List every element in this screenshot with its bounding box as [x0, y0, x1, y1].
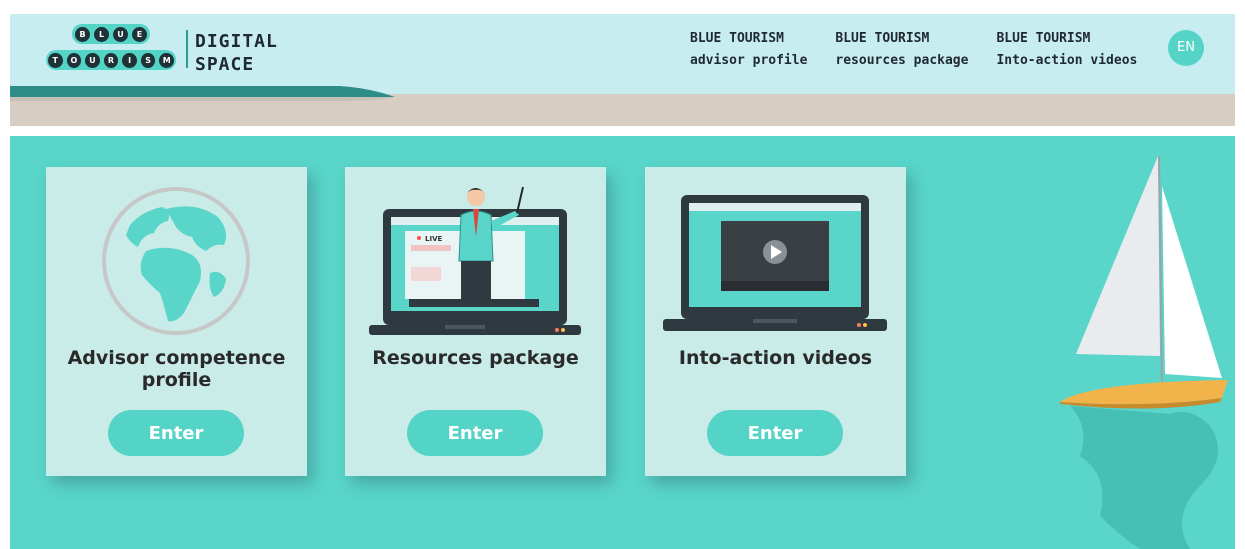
nav-item-line2: resources package: [835, 53, 969, 68]
card-advisor-profile: Advisor competence profile Enter: [46, 167, 307, 476]
globe-icon: [102, 187, 250, 335]
main-nav: BLUE TOURISM advisor profile BLUE TOURIS…: [690, 28, 1165, 72]
beach-strip: [10, 86, 1235, 126]
enter-button-advisor-profile[interactable]: Enter: [108, 410, 244, 456]
card-title: Resources package: [372, 347, 579, 369]
logo-letter: B: [75, 26, 90, 42]
logo-letter: S: [140, 52, 156, 68]
nav-item-advisor-profile[interactable]: BLUE TOURISM advisor profile: [690, 28, 807, 72]
logo-badge: B L U E T O U R I S M: [46, 22, 176, 74]
nav-item-line1: BLUE TOURISM: [996, 31, 1091, 46]
shore-wave-icon: [10, 86, 395, 101]
logo-divider: [186, 30, 188, 68]
logo-row-blue: B L U E: [72, 24, 150, 44]
video-player-laptop-icon: [663, 195, 887, 331]
live-presenter-laptop-icon: LIVE: [369, 186, 581, 335]
card-into-action-videos: Into-action videos Enter: [645, 167, 906, 476]
page: B L U E T O U R I S M DIGITAL SPACE BLUE…: [10, 14, 1235, 549]
logo-row-tourism: T O U R I S M: [46, 50, 176, 70]
logo-letter: I: [122, 52, 137, 68]
site-logo[interactable]: B L U E T O U R I S M DIGITAL SPACE: [46, 22, 346, 75]
logo-letter: U: [113, 26, 128, 42]
logo-letter: M: [159, 52, 175, 68]
nav-item-line2: advisor profile: [690, 53, 808, 68]
logo-letter: E: [132, 26, 147, 42]
site-header: B L U E T O U R I S M DIGITAL SPACE BLUE…: [10, 14, 1235, 94]
logo-letter: O: [66, 52, 82, 68]
logo-letter: R: [103, 52, 119, 68]
live-label: LIVE: [425, 235, 442, 243]
logo-letter: T: [47, 52, 63, 68]
nav-item-line2: Into-action videos: [996, 53, 1138, 68]
nav-item-line1: BLUE TOURISM: [835, 31, 930, 46]
logo-letter: U: [85, 52, 100, 68]
card-title: Into-action videos: [678, 347, 873, 369]
logo-letter: L: [94, 26, 109, 42]
nav-item-resources-package[interactable]: BLUE TOURISM resources package: [835, 28, 968, 72]
sailboat-icon: [1060, 156, 1228, 549]
nav-item-into-action-videos[interactable]: BLUE TOURISM Into-action videos: [996, 28, 1137, 72]
language-switcher[interactable]: EN: [1168, 30, 1204, 66]
main-content: Advisor competence profile Enter LIVE Re…: [10, 136, 1235, 549]
enter-button-into-action-videos[interactable]: Enter: [707, 410, 843, 456]
enter-button-resources-package[interactable]: Enter: [407, 410, 543, 456]
nav-item-line1: BLUE TOURISM: [690, 31, 784, 46]
card-title: Advisor competence profile: [67, 347, 286, 391]
logo-title: DIGITAL SPACE: [195, 31, 278, 75]
card-resources-package: LIVE Resources package Enter: [345, 167, 606, 476]
